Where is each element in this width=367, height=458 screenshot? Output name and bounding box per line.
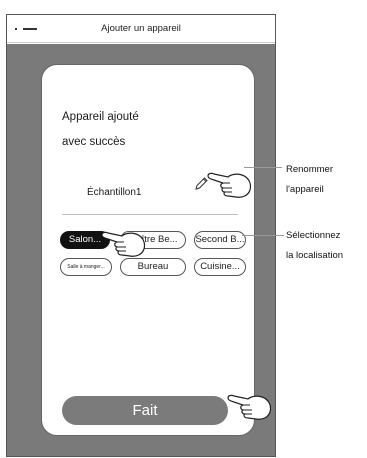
location-chip-label: Bureau (137, 261, 169, 272)
location-chip-second-bedroom[interactable]: Second B... (194, 231, 246, 249)
callout-line-location (242, 235, 284, 236)
success-card: Appareil ajouté avec succès Échantillon1… (41, 64, 255, 436)
callout-rename: Renommer l'appareil (286, 160, 333, 200)
location-chip-label: Salle à manger... (67, 264, 105, 270)
page-title: Ajouter un appareil (101, 23, 181, 34)
pointing-hand-icon (227, 394, 272, 420)
location-chip-dining-room[interactable]: Salle à manger... (60, 258, 112, 276)
done-button[interactable]: Fait (62, 396, 228, 425)
location-chip-label: Salon... (68, 234, 102, 245)
location-chip-label: Second B... (195, 234, 245, 245)
location-chip-cuisine[interactable]: Cuisine... (194, 258, 246, 276)
callout-location-line2: la localisation (286, 250, 344, 261)
device-name: Échantillon1 (87, 187, 142, 198)
callout-rename-line1: Renommer (286, 164, 333, 175)
callout-rename-line2: l'appareil (286, 184, 324, 195)
callout-location-line1: Sélectionnez (286, 230, 341, 241)
location-chip-bureau[interactable]: Bureau (120, 258, 186, 276)
success-message-line1: Appareil ajouté (62, 111, 139, 123)
top-bar: Ajouter un appareil (7, 15, 275, 43)
pointing-hand-icon (101, 231, 146, 257)
name-underline (62, 214, 238, 215)
callout-location: Sélectionnez la localisation (286, 226, 343, 266)
pointing-hand-icon (207, 172, 252, 198)
success-message-line2: avec succès (62, 136, 126, 148)
location-chip-label: Cuisine... (200, 261, 240, 272)
callout-line-rename (244, 167, 282, 168)
